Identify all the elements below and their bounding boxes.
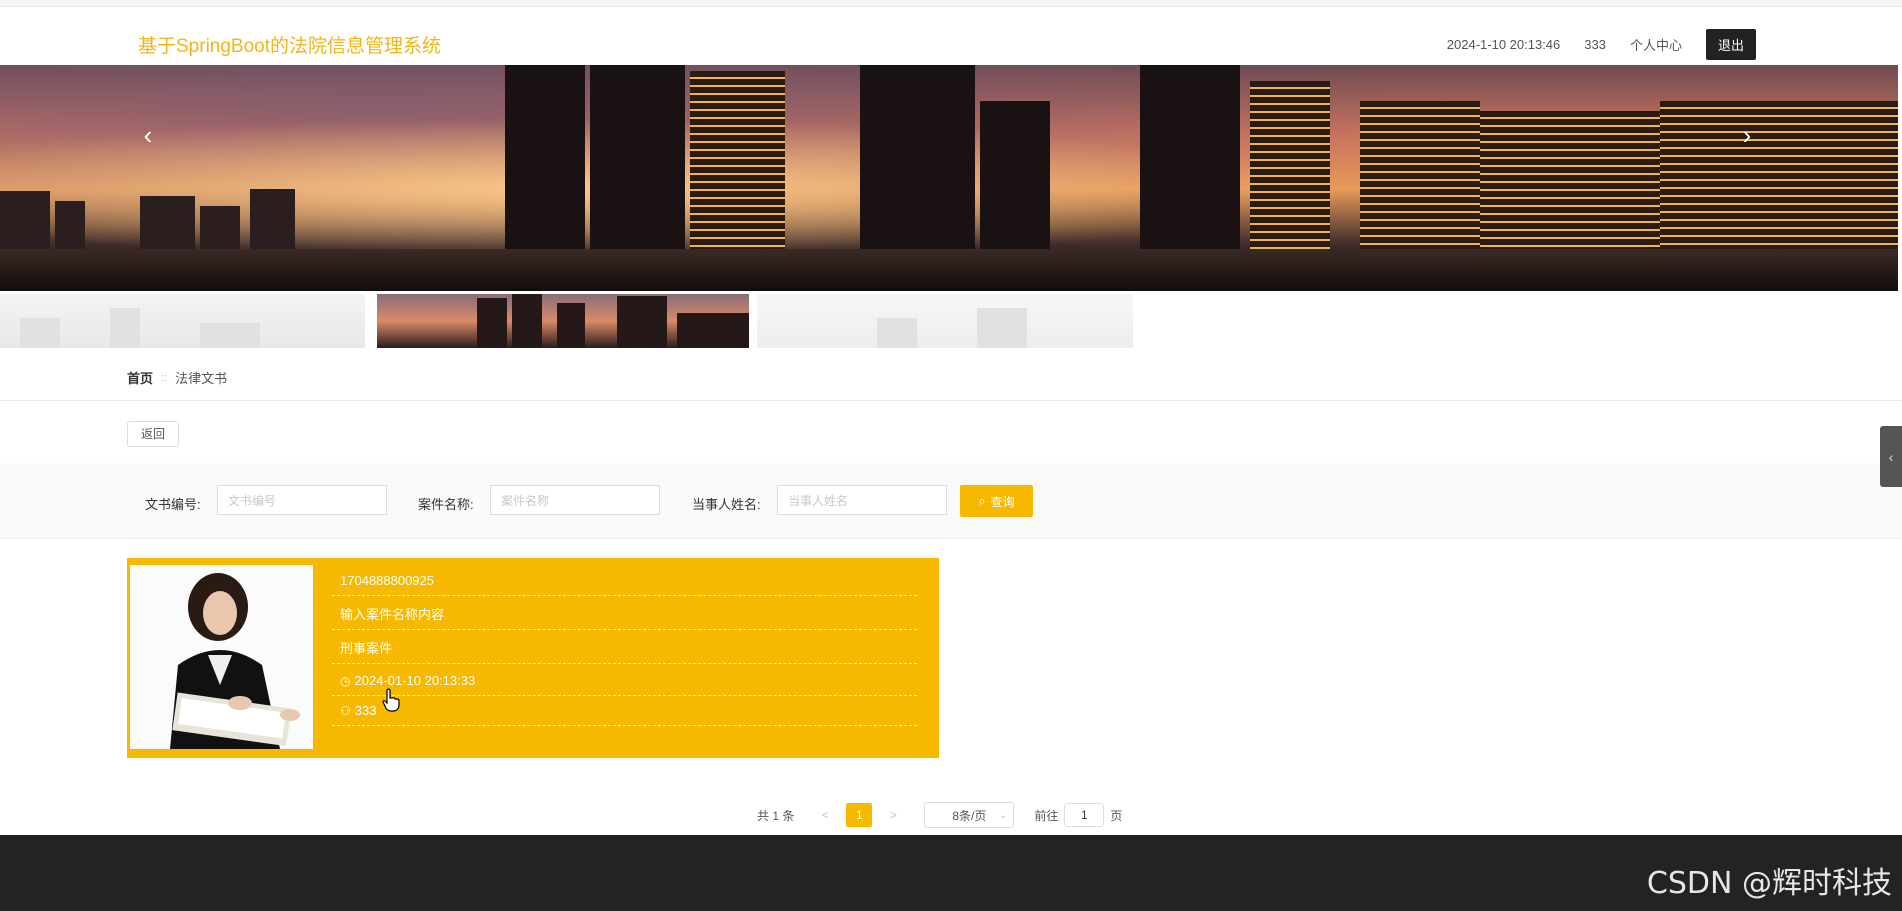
doc-number-label: 文书编号:	[145, 497, 201, 512]
site-title[interactable]: 基于SpringBoot的法院信息管理系统	[138, 31, 441, 58]
doc-number: 1704888800925	[332, 566, 917, 596]
banner-building	[1480, 111, 1660, 251]
banner-building	[980, 101, 1050, 251]
page-size-value: 8条/页	[952, 808, 987, 823]
goto-page-input[interactable]: 1	[1064, 803, 1105, 827]
personal-center-link[interactable]: 个人中心	[1630, 35, 1682, 54]
doc-time-row: ◷ 2024-01-10 20:13:33	[332, 666, 917, 696]
thumb-building	[557, 303, 585, 348]
document-photo	[130, 565, 313, 749]
thumb-building	[20, 318, 60, 348]
case-name: 输入案件名称内容	[332, 600, 917, 630]
breadcrumb: 首页 :: 法律文书	[127, 368, 227, 387]
banner-building	[140, 196, 195, 251]
banner-thumbnail-1[interactable]	[0, 294, 365, 348]
banner-building	[505, 65, 585, 251]
search-bar: 文书编号: 文书编号 案件名称: 案件名称 当事人姓名: 当事人姓名 ⌕ 查询	[0, 463, 1902, 538]
top-strip	[0, 0, 1902, 7]
banner-building	[250, 189, 295, 251]
side-panel-toggle[interactable]: ‹	[1880, 426, 1902, 487]
footer	[0, 835, 1902, 911]
banner-thumbnail-3[interactable]	[757, 294, 1133, 348]
document-card[interactable]: 1704888800925 输入案件名称内容 刑事案件 ◷ 2024-01-10…	[127, 558, 939, 758]
search-button-label: 查询	[990, 494, 1015, 509]
banner-building	[1660, 101, 1898, 251]
party-name-input[interactable]: 当事人姓名	[777, 485, 947, 515]
back-button[interactable]: 返回	[127, 421, 179, 447]
user-icon: ⚇	[340, 703, 351, 718]
doc-time: 2024-01-10 20:13:33	[354, 672, 476, 688]
username: 333	[1584, 37, 1606, 52]
pagination: 共 1 条 < 1 > 8条/页 ⌄ 前往 1 页	[757, 802, 1122, 828]
banner-building	[0, 191, 50, 251]
banner-building	[860, 65, 975, 251]
breadcrumb-current: 法律文书	[175, 371, 228, 386]
chevron-down-icon: ⌄	[998, 809, 1008, 821]
page-unit-label: 页	[1110, 808, 1123, 823]
banner-building	[1250, 81, 1330, 251]
banner-carousel[interactable]: ‹ ›	[0, 65, 1898, 291]
banner-building	[1140, 65, 1240, 251]
banner-building	[200, 206, 240, 251]
divider	[0, 400, 1902, 401]
banner-thumbnails	[0, 294, 1140, 348]
logout-button[interactable]: 退出	[1705, 29, 1756, 60]
watermark: CSDN @辉时科技	[1646, 866, 1892, 901]
banner-thumbnail-2[interactable]	[377, 294, 749, 348]
thumb-building	[200, 323, 260, 348]
doc-user-row: ⚇ 333	[332, 696, 917, 726]
case-type: 刑事案件	[332, 634, 917, 664]
thumb-building	[677, 313, 749, 348]
page-size-select[interactable]: 8条/页 ⌄	[924, 802, 1015, 828]
next-page-button[interactable]: >	[882, 808, 904, 822]
search-button[interactable]: ⌕ 查询	[960, 485, 1033, 517]
divider	[0, 538, 1902, 539]
clock-icon: ◷	[340, 673, 351, 688]
goto-label: 前往	[1034, 808, 1059, 823]
thumb-building	[977, 308, 1027, 348]
case-name-label: 案件名称:	[418, 497, 474, 512]
breadcrumb-separator: ::	[161, 371, 168, 384]
thumb-building	[512, 294, 542, 348]
search-icon: ⌕	[978, 493, 986, 508]
case-name-input[interactable]: 案件名称	[490, 485, 660, 515]
person-writing-image	[130, 565, 313, 749]
header-right: 2024-1-10 20:13:46 333 个人中心 退出	[1447, 29, 1756, 60]
pagination-total: 共 1 条	[757, 808, 795, 823]
header: 基于SpringBoot的法院信息管理系统 2024-1-10 20:13:46…	[0, 7, 1902, 65]
hand-cursor-icon	[382, 688, 400, 712]
chevron-left-icon[interactable]: ‹	[136, 122, 160, 148]
thumb-building	[110, 308, 140, 348]
doc-user: 333	[354, 702, 377, 718]
document-info: 1704888800925 输入案件名称内容 刑事案件 ◷ 2024-01-10…	[332, 566, 917, 726]
banner-building	[55, 201, 85, 251]
thumb-building	[617, 296, 667, 348]
page-number-button[interactable]: 1	[846, 803, 873, 827]
breadcrumb-home[interactable]: 首页	[127, 368, 153, 387]
chevron-right-icon[interactable]: ›	[1735, 122, 1759, 148]
banner-building	[590, 65, 685, 251]
thumb-building	[477, 298, 507, 348]
banner-water	[0, 249, 1898, 291]
banner-building	[690, 71, 785, 251]
current-datetime: 2024-1-10 20:13:46	[1446, 37, 1561, 52]
party-name-label: 当事人姓名:	[692, 497, 761, 512]
banner-building	[1360, 101, 1480, 251]
thumb-building	[877, 318, 917, 348]
prev-page-button[interactable]: <	[814, 808, 836, 822]
doc-number-input[interactable]: 文书编号	[217, 485, 387, 515]
